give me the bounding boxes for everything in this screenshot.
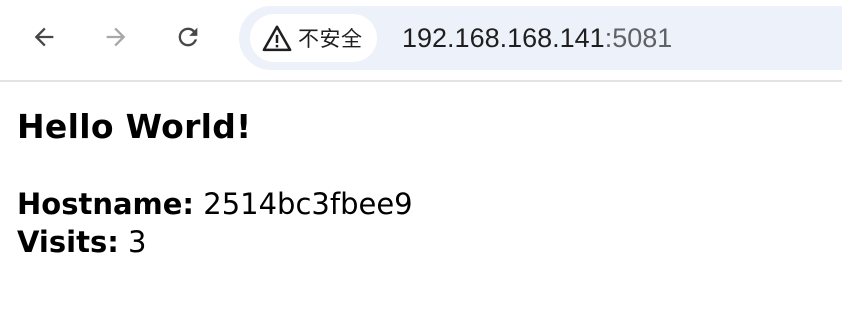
hostname-label: Hostname: bbox=[17, 187, 195, 221]
hostname-line: Hostname: 2514bc3fbee9 bbox=[17, 185, 817, 223]
visits-value: 3 bbox=[128, 225, 147, 259]
security-indicator-chip[interactable]: 不安全 bbox=[250, 14, 377, 62]
reload-button[interactable] bbox=[168, 17, 208, 57]
reload-icon bbox=[178, 27, 198, 47]
forward-button[interactable] bbox=[96, 17, 136, 57]
security-label: 不安全 bbox=[298, 27, 363, 51]
address-bar[interactable]: 不安全 192.168.168.141:5081 bbox=[239, 6, 842, 70]
visits-label: Visits: bbox=[17, 225, 119, 259]
arrow-right-icon bbox=[106, 27, 126, 47]
warning-triangle-icon bbox=[262, 25, 292, 52]
visits-line: Visits: 3 bbox=[17, 223, 817, 261]
page-content: Hello World! Hostname: 2514bc3fbee9 Visi… bbox=[17, 84, 817, 261]
page-heading: Hello World! bbox=[17, 107, 252, 146]
arrow-left-icon bbox=[34, 27, 54, 47]
url-port: :5081 bbox=[604, 23, 673, 53]
url-text[interactable]: 192.168.168.141:5081 bbox=[402, 20, 672, 56]
hostname-value: 2514bc3fbee9 bbox=[203, 187, 413, 221]
browser-toolbar: 不安全 192.168.168.141:5081 bbox=[0, 0, 842, 82]
url-host: 192.168.168.141 bbox=[402, 23, 605, 53]
back-button[interactable] bbox=[24, 17, 64, 57]
